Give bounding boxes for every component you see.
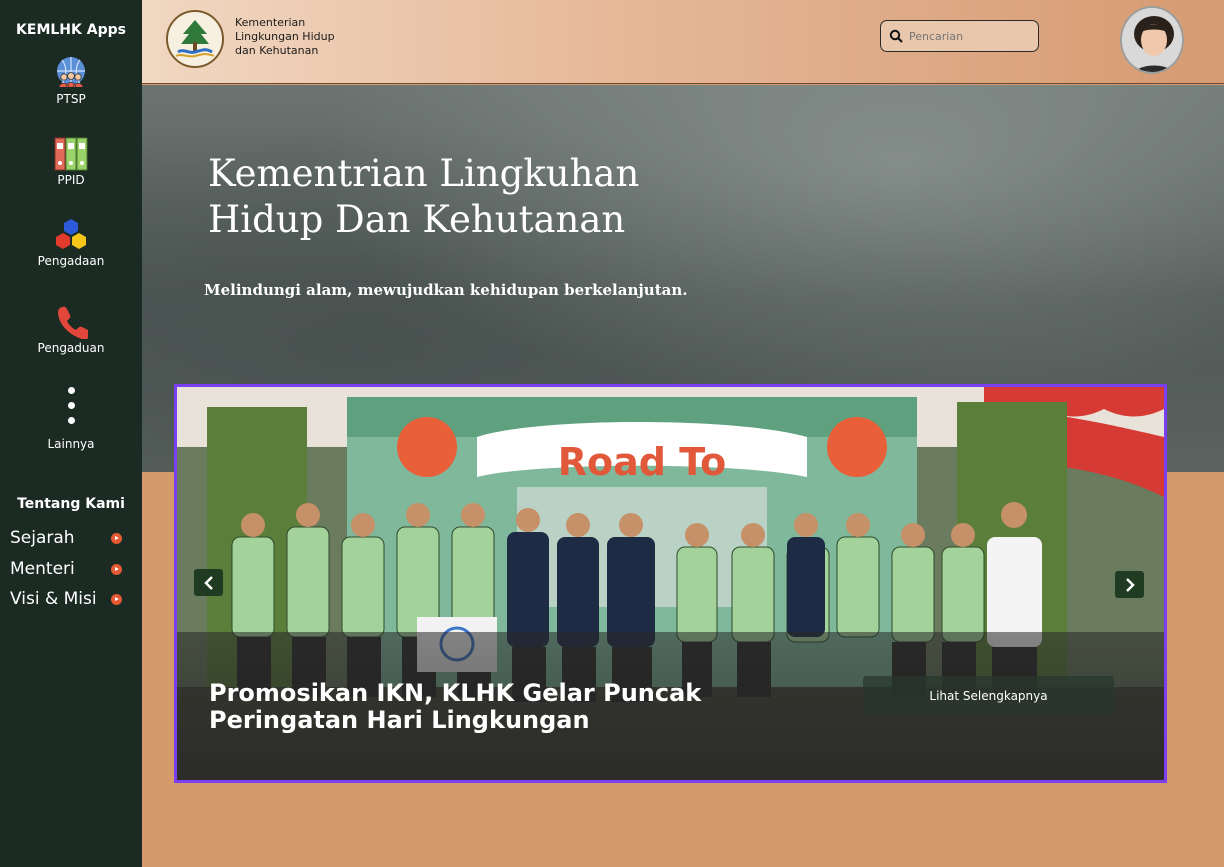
about-link-menteri[interactable]: Menteri [10, 559, 122, 579]
sidebar-app-pengaduan[interactable]: Pengaduan [0, 305, 142, 355]
hero-title: Kementrian Lingkuhan Hidup Dan Kehutanan [208, 151, 688, 243]
banner-text: Road To [558, 440, 726, 484]
hero-title-line: Kementrian Lingkuhan [208, 152, 640, 195]
about-link-label: Visi & Misi [10, 589, 97, 609]
tree-logo-icon [170, 14, 220, 64]
globe-people-icon [57, 57, 85, 88]
about-link-label: Sejarah [10, 528, 75, 548]
more-vertical-icon [67, 385, 75, 425]
about-section-title: Tentang Kami [17, 496, 125, 512]
carousel-next-button[interactable] [1115, 571, 1144, 598]
news-headline[interactable]: Promosikan IKN, KLHK Gelar Puncak Pering… [209, 680, 769, 734]
news-headline-line: Promosikan IKN, KLHK Gelar Puncak [209, 679, 702, 707]
chevron-left-icon [203, 575, 213, 590]
phone-icon [58, 306, 88, 339]
arrow-right-icon [111, 593, 122, 605]
about-link-sejarah[interactable]: Sejarah [10, 528, 122, 548]
binders-icon [54, 137, 88, 171]
hero-subtitle: Melindungi alam, mewujudkan kehidupan be… [204, 281, 688, 299]
sidebar-app-lainnya[interactable]: Lainnya [0, 385, 142, 451]
news-carousel[interactable]: Road To Promosikan IKN, KLHK Gelar Punca… [174, 384, 1167, 783]
brand-line: Kementerian [235, 16, 306, 29]
sidebar-app-ppid[interactable]: PPID [0, 137, 142, 187]
profile-photo-icon [1122, 8, 1182, 72]
search-input[interactable] [909, 29, 1029, 43]
user-avatar[interactable] [1120, 6, 1184, 74]
sidebar-app-label: Pengaduan [37, 341, 105, 355]
sidebar-app-label: PTSP [56, 92, 86, 106]
search-box[interactable] [880, 20, 1039, 52]
sidebar-app-ptsp[interactable]: PTSP [0, 56, 142, 106]
hexagons-icon [56, 219, 86, 249]
hero-title-line: Hidup Dan Kehutanan [208, 198, 626, 241]
about-link-label: Menteri [10, 559, 75, 579]
sidebar-app-label: Pengadaan [37, 254, 105, 268]
news-headline-line: Peringatan Hari Lingkungan [209, 706, 590, 734]
brand-name: Kementerian Lingkungan Hidup dan Kehutan… [235, 16, 335, 58]
brand-line: dan Kehutanan [235, 44, 319, 57]
sidebar-app-label: Lainnya [47, 437, 95, 451]
top-header: Kementerian Lingkungan Hidup dan Kehutan… [142, 0, 1224, 84]
carousel-prev-button[interactable] [194, 569, 223, 596]
sidebar: KEMLHK Apps PTSP PPID Pengadaan Pengadua… [0, 0, 142, 867]
chevron-right-icon [1125, 577, 1135, 592]
sidebar-title: KEMLHK Apps [16, 22, 126, 38]
klhk-logo[interactable] [166, 10, 224, 68]
sidebar-app-label: PPID [57, 173, 85, 187]
read-more-button[interactable]: Lihat Selengkapnya [863, 676, 1114, 716]
sidebar-app-pengadaan[interactable]: Pengadaan [0, 218, 142, 268]
arrow-right-icon [111, 563, 122, 575]
arrow-right-icon [111, 532, 122, 544]
search-icon [889, 29, 903, 43]
brand-line: Lingkungan Hidup [235, 30, 335, 43]
about-link-visi-misi[interactable]: Visi & Misi [10, 589, 122, 609]
